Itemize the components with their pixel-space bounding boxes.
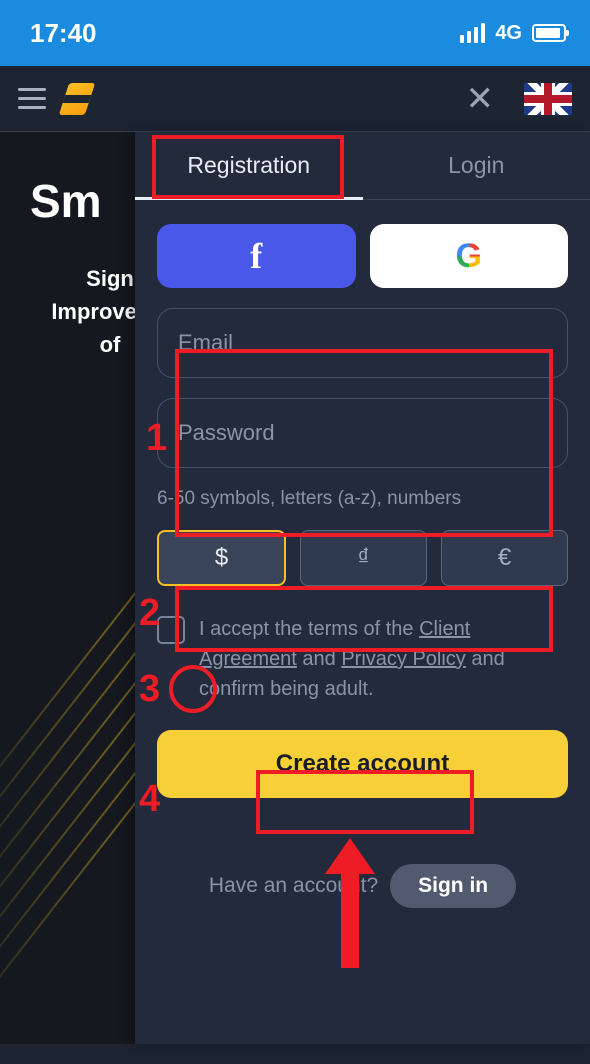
facebook-icon: f	[250, 235, 262, 277]
currency-eur[interactable]: €	[441, 530, 568, 586]
create-account-button[interactable]: Create account	[157, 730, 568, 798]
menu-icon[interactable]	[18, 88, 46, 109]
google-icon: G	[456, 237, 482, 276]
battery-icon	[532, 24, 566, 42]
privacy-policy-link[interactable]: Privacy Policy	[341, 648, 465, 670]
have-account-text: Have an account?	[209, 874, 378, 898]
status-right: 4G	[460, 22, 566, 45]
auth-tabs: Registration Login	[135, 132, 590, 200]
tab-login[interactable]: Login	[363, 132, 590, 199]
app-header: ✕	[0, 66, 590, 132]
terms-checkbox[interactable]	[157, 616, 185, 644]
password-hint: 6-50 symbols, letters (a-z), numbers	[157, 488, 568, 510]
email-field[interactable]	[157, 308, 568, 378]
google-signup-button[interactable]: G	[370, 224, 569, 288]
network-label: 4G	[495, 22, 522, 45]
currency-vnd[interactable]: ₫	[300, 530, 427, 586]
terms-text: I accept the terms of the Client Agreeme…	[199, 614, 568, 704]
status-time: 17:40	[30, 18, 97, 49]
close-icon[interactable]: ✕	[466, 79, 495, 119]
currency-usd[interactable]: $	[157, 530, 286, 586]
tab-registration[interactable]: Registration	[135, 132, 363, 199]
signal-icon	[460, 23, 485, 43]
facebook-signup-button[interactable]: f	[157, 224, 356, 288]
auth-panel: Registration Login f G 6-50 symbols, let…	[135, 132, 590, 1044]
currency-selector: $ ₫ €	[157, 530, 568, 586]
logo-icon	[59, 83, 95, 115]
password-field[interactable]	[157, 398, 568, 468]
language-flag-uk-icon[interactable]	[524, 83, 572, 115]
sign-in-button[interactable]: Sign in	[390, 864, 516, 908]
status-bar: 17:40 4G	[0, 0, 590, 66]
